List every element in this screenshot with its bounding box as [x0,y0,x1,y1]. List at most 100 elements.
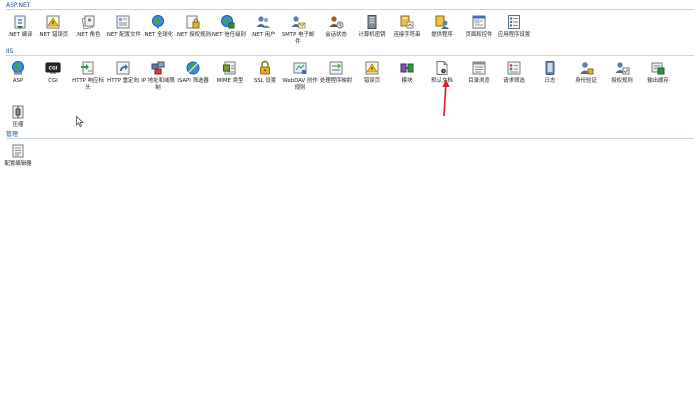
section-header-iis[interactable]: IIS [0,48,700,58]
feature-logging[interactable]: 日志 [532,60,568,85]
feature-label: .NET 编译 [7,32,33,38]
feature-isapi-filters[interactable]: ISAPI 筛选器 [175,60,211,85]
configuration-editor-icon [12,144,24,158]
section-iis: IIS ASP CGI CGI HTTP 响应标头 HTTP 重定向 IP 地址… [0,48,700,132]
feature-smtp-email[interactable]: SMTP 电子邮件 [280,14,316,46]
section-aspnet: ASP.NET .NET 编译 .NET 错误页 .NET 角色 .NET 配置… [0,2,700,52]
feature-grid-management: 配置编辑器 [0,141,700,171]
feature-machine-key[interactable]: 计算机密钥 [354,14,390,39]
authorization-icon [186,15,200,29]
feature-app-settings[interactable]: 应用程序设置 [496,14,532,39]
feature-label: IP 地址和域限制 [141,78,175,91]
smtp-icon [291,16,306,29]
connection-strings-icon [400,15,414,29]
feature-compression[interactable]: 压缩 [0,104,36,129]
feature-label: 授权规则 [611,78,633,84]
feature-label: .NET 全球化 [142,32,174,38]
compilation-icon [14,15,26,29]
feature-label: 错误页 [363,78,381,84]
roles-icon [81,15,95,30]
feature-label: 连接字符串 [393,32,421,38]
authorization-rules-icon [615,62,630,75]
feature-providers[interactable]: 提供程序 [424,14,460,39]
feature-net-roles[interactable]: .NET 角色 [70,14,106,39]
feature-label: 配置编辑器 [4,161,32,167]
asp-icon [12,61,24,75]
feature-label: HTTP 响应标头 [72,78,104,91]
feature-pages-controls[interactable]: 页面和控件 [461,14,497,39]
section-header-aspnet[interactable]: ASP.NET [0,2,700,12]
feature-output-caching[interactable]: 输出缓存 [640,60,676,85]
feature-request-filtering[interactable]: 请求筛选 [496,60,532,85]
feature-label: .NET 用户 [250,32,276,38]
authentication-icon [580,62,594,75]
feature-directory-browsing[interactable]: 目录浏览 [461,60,497,85]
mouse-cursor-icon [76,116,84,127]
feature-http-redirect[interactable]: HTTP 重定向 [105,60,141,85]
feature-webdav-authoring[interactable]: WebDAV 创作规则 [282,60,318,92]
machine-key-icon [367,15,377,29]
cgi-icon: CGI [45,62,61,74]
profile-icon [116,15,130,29]
globalization-icon [152,15,164,29]
feature-modules[interactable]: 模块 [389,60,425,85]
session-state-icon [329,16,344,29]
feature-label: .NET 信任级别 [210,32,246,38]
feature-label: 处理程序映射 [319,78,353,84]
section-header-management[interactable]: 管理 [0,131,700,141]
feature-ssl-settings[interactable]: SSL 设置 [247,60,283,85]
feature-default-document[interactable]: 默认文档 [424,60,460,85]
compression-icon [12,105,24,119]
mime-types-icon [223,61,236,75]
feature-net-globalization[interactable]: .NET 全球化 [140,14,176,39]
feature-net-error-pages[interactable]: .NET 错误页 [35,14,71,39]
feature-label: 会话状态 [325,32,347,38]
feature-label: 计算机密钥 [358,32,386,38]
feature-cgi[interactable]: CGI CGI [35,60,71,85]
feature-session-state[interactable]: 会话状态 [318,14,354,39]
output-caching-icon [651,62,665,75]
feature-label: ISAPI 筛选器 [177,78,209,84]
feature-label: SMTP 电子邮件 [281,32,315,45]
feature-label: 输出缓存 [647,78,669,84]
feature-label: 请求筛选 [503,78,525,84]
feature-http-response-headers[interactable]: HTTP 响应标头 [70,60,106,92]
section-divider [6,138,694,139]
feature-asp[interactable]: ASP [0,60,36,85]
feature-connection-strings[interactable]: 连接字符串 [389,14,425,39]
feature-net-compilation[interactable]: .NET 编译 [2,14,38,39]
feature-label: 日志 [544,78,556,84]
users-icon [256,16,270,28]
feature-ip-restrictions[interactable]: IP 地址和域限制 [140,60,176,92]
feature-label: WebDAV 创作规则 [282,78,318,91]
feature-authorization-rules[interactable]: 授权规则 [604,60,640,85]
feature-label: 压缩 [12,122,24,128]
feature-configuration-editor[interactable]: 配置编辑器 [0,143,36,168]
feature-authentication[interactable]: 身份验证 [568,60,604,85]
feature-net-authorization[interactable]: .NET 授权规则 [175,14,211,39]
isapi-filters-icon [186,61,200,75]
error-page-icon [365,61,379,75]
trust-levels-icon [221,15,235,29]
http-redirect-icon [116,61,130,75]
feature-handler-mappings[interactable]: 处理程序映射 [318,60,354,85]
feature-label: HTTP 重定向 [107,78,139,84]
feature-label: 目录浏览 [468,78,490,84]
feature-net-users[interactable]: .NET 用户 [245,14,281,39]
cgi-badge-text: CGI [49,66,58,72]
feature-grid-aspnet: .NET 编译 .NET 错误页 .NET 角色 .NET 配置文件 .NET … [0,12,700,52]
feature-label: 页面和控件 [465,32,493,38]
feature-net-trust-levels[interactable]: .NET 信任级别 [210,14,246,39]
section-divider [6,55,694,56]
feature-grid-iis: ASP CGI CGI HTTP 响应标头 HTTP 重定向 IP 地址和域限制… [0,58,700,132]
error-pages-icon [46,15,60,29]
feature-error-pages[interactable]: 错误页 [354,60,390,85]
feature-label: 模块 [401,78,413,84]
feature-net-profile[interactable]: .NET 配置文件 [105,14,141,39]
feature-label: .NET 错误页 [37,32,69,38]
feature-label: 提供程序 [431,32,453,38]
directory-browsing-icon [472,61,486,75]
feature-mime-types[interactable]: MIME 类型 [212,60,248,85]
app-settings-icon [508,15,520,29]
http-headers-icon [81,61,94,75]
